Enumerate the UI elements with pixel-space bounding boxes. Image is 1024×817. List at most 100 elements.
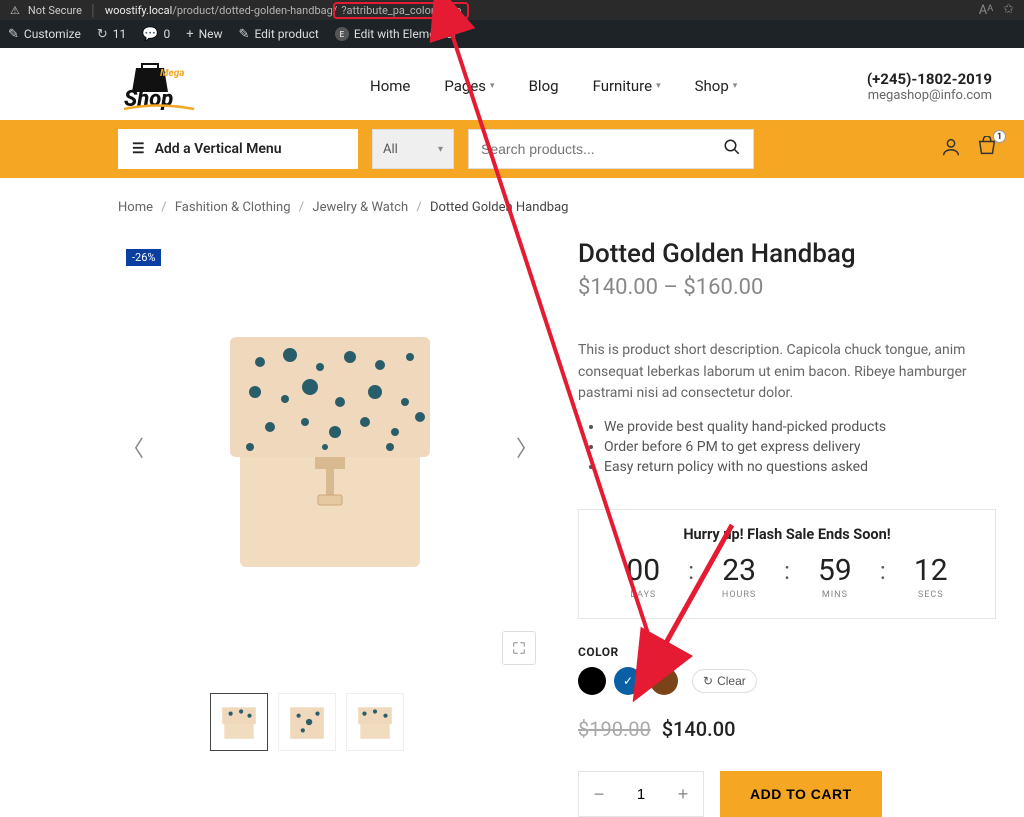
variation-price: $190.00 $140.00 xyxy=(578,717,996,741)
countdown-box: Hurry up! Flash Sale Ends Soon! 00DAYS :… xyxy=(578,509,996,619)
qty-input[interactable] xyxy=(619,786,663,803)
site-header: Mega Shop Home Pages▾ Blog Furniture▾ Sh… xyxy=(0,48,1024,120)
text-size-icon[interactable]: Aᴬ xyxy=(979,2,993,18)
chevron-down-icon: ▾ xyxy=(656,81,661,91)
chevron-down-icon: ▾ xyxy=(438,144,443,155)
url[interactable]: woostify.local/product/dotted-golden-han… xyxy=(105,4,470,17)
nav-furniture[interactable]: Furniture▾ xyxy=(593,77,661,95)
edit-label: Edit product xyxy=(254,27,318,41)
price-dash: – xyxy=(663,275,677,300)
search-input[interactable] xyxy=(481,141,723,157)
price-high: $160.00 xyxy=(683,275,763,300)
color-swatch-blue[interactable]: ✓ xyxy=(614,667,642,695)
gallery-thumb-2[interactable] xyxy=(278,693,336,751)
product-main: -26% 〈 〉 xyxy=(0,227,1024,817)
gallery-prev-arrow[interactable]: 〈 xyxy=(122,431,144,463)
qty-plus-button[interactable]: + xyxy=(663,772,703,816)
breadcrumb: Home / Fashition & Clothing / Jewelry & … xyxy=(0,178,1024,227)
header-contact: (+245)-1802-2019 megashop@info.com xyxy=(867,70,1000,103)
breadcrumb-sep: / xyxy=(299,200,304,215)
clear-selection-button[interactable]: ↻ Clear xyxy=(692,669,757,693)
comments-count: 0 xyxy=(163,27,170,41)
cd-colon: : xyxy=(784,553,790,585)
new-link[interactable]: +New xyxy=(186,27,222,42)
product-image[interactable] xyxy=(210,307,450,587)
nav-pages-label: Pages xyxy=(444,77,486,95)
nav-shop-label: Shop xyxy=(695,77,729,95)
refresh-icon: ↻ xyxy=(97,27,108,42)
gallery-next-arrow[interactable]: 〉 xyxy=(516,431,538,463)
cd-hours-num: 23 xyxy=(700,553,778,588)
nav-shop[interactable]: Shop ▾ xyxy=(695,77,738,95)
search-box xyxy=(468,129,754,169)
edit-product-link[interactable]: ✎ Edit product xyxy=(239,27,319,42)
url-path: /product/dotted-golden-handbag/ xyxy=(172,4,337,17)
elementor-link[interactable]: EEdit with Elementor xyxy=(335,27,457,41)
nav-home-label: Home xyxy=(370,77,410,95)
new-price: $140.00 xyxy=(662,717,736,741)
breadcrumb-home[interactable]: Home xyxy=(118,200,153,215)
nav-blog[interactable]: Blog xyxy=(529,77,559,95)
site-logo[interactable]: Mega Shop xyxy=(118,62,200,110)
breadcrumb-cat1[interactable]: Fashition & Clothing xyxy=(175,200,291,215)
cd-secs-lbl: SECS xyxy=(892,590,970,600)
short-description: This is product short description. Capic… xyxy=(578,340,996,405)
nav-home[interactable]: Home xyxy=(370,77,410,95)
gallery-thumb-3[interactable] xyxy=(346,693,404,751)
cd-mins-num: 59 xyxy=(796,553,874,588)
comment-icon: 💬 xyxy=(142,27,158,42)
pencil-icon: ✎ xyxy=(239,27,250,42)
vertical-menu-toggle[interactable]: ☰ Add a Vertical Menu xyxy=(118,129,358,169)
wp-admin-bar: ✎Customize ↻11 💬0 +New ✎Edit product EEd… xyxy=(0,20,1024,48)
feature-item: Easy return policy with no questions ask… xyxy=(604,459,996,475)
nav-pages[interactable]: Pages ▾ xyxy=(444,77,494,95)
search-icon[interactable] xyxy=(723,138,741,160)
zoom-button[interactable] xyxy=(502,631,536,665)
url-host: woostify.local xyxy=(105,4,172,17)
feature-item: We provide best quality hand-picked prod… xyxy=(604,419,996,435)
breadcrumb-cat2[interactable]: Jewelry & Watch xyxy=(312,200,408,215)
elementor-label: Edit with Elementor xyxy=(354,27,457,41)
brush-icon: ✎ xyxy=(8,27,19,42)
security-status: Not Secure xyxy=(28,4,82,17)
gallery-thumbs xyxy=(210,693,542,751)
favorite-icon[interactable]: ✩ xyxy=(1003,2,1014,18)
main-image-area: 〈 〉 xyxy=(118,237,542,657)
chevron-down-icon: ▾ xyxy=(733,81,738,91)
updates-count: 11 xyxy=(113,27,127,41)
comments-link[interactable]: 💬0 xyxy=(142,27,170,42)
browser-address-bar: ⚠ Not Secure │ woostify.local/product/do… xyxy=(0,0,1024,20)
cd-hours-lbl: HOURS xyxy=(700,590,778,600)
main-nav: Home Pages▾ Blog Furniture▾ Shop▾ xyxy=(370,77,737,95)
cart-icon[interactable]: 1 xyxy=(976,136,998,162)
search-category-value: All xyxy=(383,142,398,157)
product-title: Dotted Golden Handbag xyxy=(578,239,996,269)
chevron-down-icon: ▾ xyxy=(490,81,495,91)
countdown-hours: 23 HOURS xyxy=(700,553,778,600)
add-to-cart-button[interactable]: ADD TO CART xyxy=(720,771,882,817)
old-price: $190.00 xyxy=(578,717,651,741)
cd-mins-lbl: MINS xyxy=(796,590,874,600)
qty-minus-button[interactable]: − xyxy=(579,772,619,816)
add-to-cart-row: − + ADD TO CART xyxy=(578,771,996,817)
hamburger-icon: ☰ xyxy=(132,141,145,157)
countdown-secs: 12 SECS xyxy=(892,553,970,600)
warning-icon: ⚠ xyxy=(10,4,20,17)
cd-secs-num: 12 xyxy=(892,553,970,588)
feature-item: Order before 6 PM to get express deliver… xyxy=(604,439,996,455)
color-swatch-brown[interactable] xyxy=(650,667,678,695)
countdown-title: Hurry up! Flash Sale Ends Soon! xyxy=(589,526,985,543)
account-icon[interactable] xyxy=(940,136,962,162)
color-swatch-black[interactable] xyxy=(578,667,606,695)
email-address: megashop@info.com xyxy=(867,88,992,103)
search-category-select[interactable]: All ▾ xyxy=(372,129,454,169)
quantity-stepper: − + xyxy=(578,771,704,817)
updates-link[interactable]: ↻ 11 xyxy=(97,27,126,42)
nav-furniture-label: Furniture xyxy=(593,77,653,95)
vertical-menu-label: Add a Vertical Menu xyxy=(155,141,282,157)
gallery-thumb-1[interactable] xyxy=(210,693,268,751)
refresh-icon: ↻ xyxy=(703,674,713,688)
customize-link[interactable]: ✎Customize xyxy=(8,27,81,42)
secondary-header: ☰ Add a Vertical Menu All ▾ 1 xyxy=(0,120,1024,178)
cd-days-num: 00 xyxy=(604,553,682,588)
